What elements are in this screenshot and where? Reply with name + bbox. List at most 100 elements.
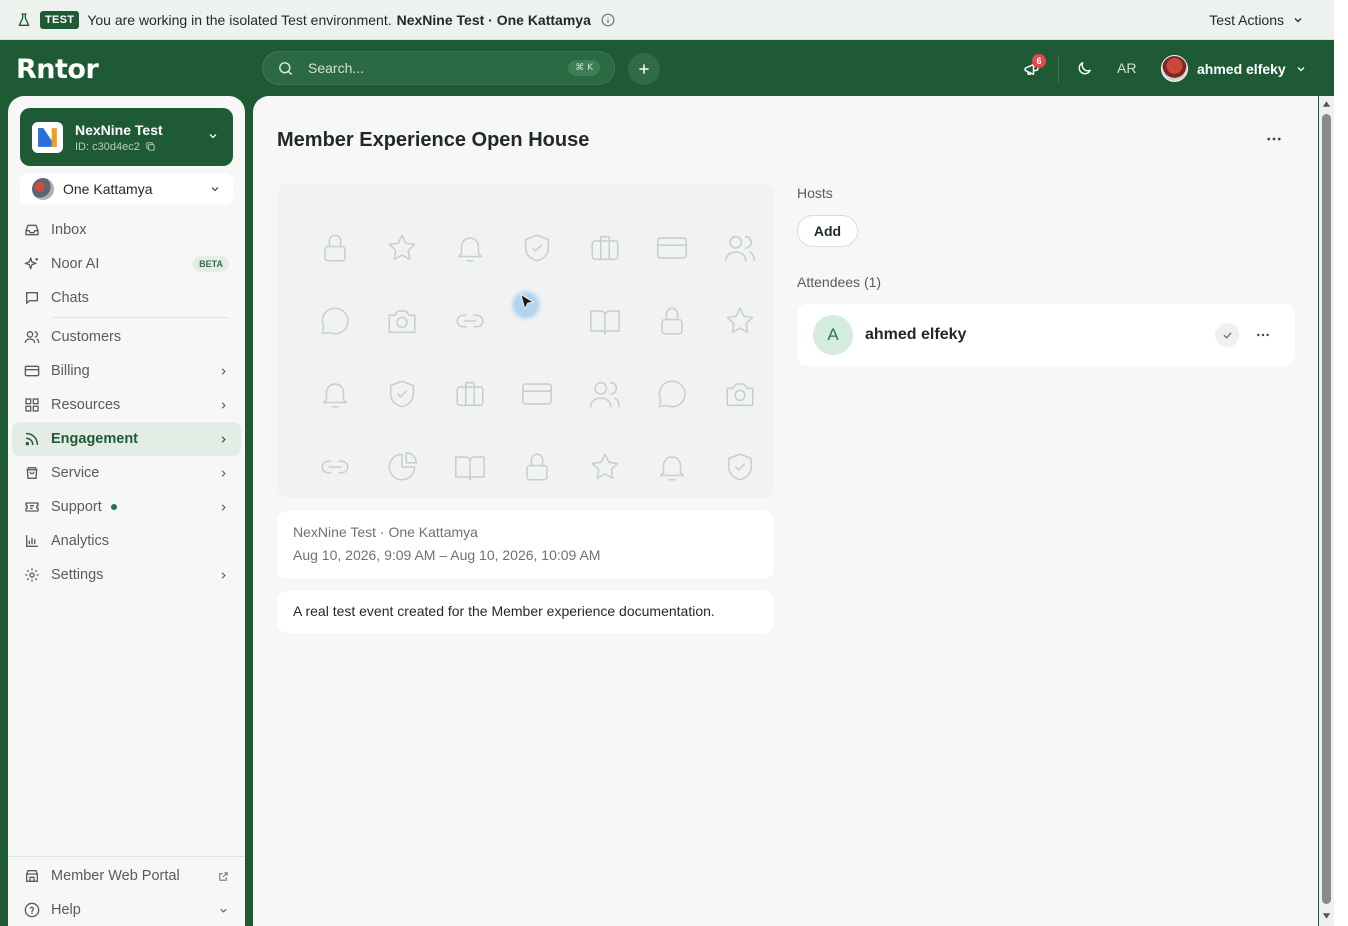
topbar-divider [1058, 56, 1059, 82]
sidebar-item-chats[interactable]: Chats [12, 281, 241, 315]
scroll-up-arrow-icon[interactable] [1322, 100, 1331, 108]
check-in-button[interactable] [1215, 323, 1239, 347]
organization-logo [32, 121, 63, 153]
store-icon [26, 870, 38, 882]
chevron-down-icon [209, 134, 217, 139]
star-icon [571, 430, 639, 498]
banner-text: You are working in the isolated Test env… [87, 11, 392, 28]
book-icon [436, 430, 504, 498]
notification-count-badge: 6 [1032, 54, 1046, 68]
organization-id: ID: c30d4ec2 [75, 141, 163, 153]
chat-icon [639, 357, 707, 430]
cursor-icon [520, 293, 534, 310]
chevron-right-icon [221, 469, 226, 477]
user-menu[interactable]: ahmed elfeky [1161, 55, 1307, 82]
page-title: Member Experience Open House [277, 129, 590, 151]
location-avatar [32, 178, 54, 200]
gear-icon [25, 568, 39, 582]
beta-badge: BETA [193, 256, 229, 272]
chat-icon [26, 292, 38, 304]
language-switcher[interactable]: AR [1117, 60, 1136, 76]
shield-icon [706, 430, 774, 498]
star-icon [706, 284, 774, 357]
main-content: Member Experience Open House NexNine Tes… [253, 96, 1318, 926]
grid-icon [25, 398, 39, 412]
sidebar-item-label: Help [51, 902, 81, 918]
attendee-avatar: A [813, 315, 853, 355]
more-options-icon[interactable] [1263, 130, 1285, 148]
sidebar-item-service[interactable]: Service [12, 456, 241, 490]
sidebar-item-label: Billing [51, 363, 90, 379]
app-logo[interactable]: Rntor [16, 54, 99, 85]
bag-icon [26, 467, 38, 479]
sidebar-item-resources[interactable]: Resources [12, 388, 241, 422]
add-host-button[interactable]: Add [797, 215, 858, 247]
notifications-button[interactable]: 6 [1020, 54, 1046, 81]
users-icon [571, 357, 639, 430]
attendee-name: ahmed elfeky [865, 326, 967, 343]
event-details-card: NexNine Test · One Kattamya Aug 10, 2026… [277, 511, 774, 579]
sidebar-item-label: Analytics [51, 533, 110, 549]
chevron-down-icon [211, 187, 219, 192]
chat-icon [301, 284, 369, 357]
flask-icon [18, 12, 30, 26]
chevron-right-icon [221, 571, 226, 579]
global-search[interactable]: Search... ⌘ K [262, 51, 615, 85]
sidebar-item-noor-ai[interactable]: Noor AI BETA [12, 247, 241, 281]
sidebar-item-help[interactable]: Help [12, 893, 241, 926]
card-icon [639, 211, 707, 284]
sidebar-nav: Inbox Noor AI BETA Chats Customers Billi… [12, 213, 241, 592]
attendees-label: Attendees (1) [797, 274, 882, 290]
create-button[interactable] [628, 53, 660, 85]
scroll-down-arrow-icon[interactable] [1322, 912, 1331, 920]
star-icon [369, 211, 437, 284]
attendee-more-options-icon[interactable] [1253, 327, 1273, 343]
cover-icon-pattern [301, 211, 774, 498]
info-icon[interactable] [601, 13, 615, 27]
test-actions-menu[interactable]: Test Actions [1209, 12, 1304, 28]
help-icon [24, 902, 40, 918]
event-cover-image [277, 183, 774, 498]
sidebar-item-settings[interactable]: Settings [12, 558, 241, 592]
sidebar-item-label: Customers [51, 329, 122, 345]
test-environment-banner: TEST You are working in the isolated Tes… [0, 0, 1348, 40]
check-icon [1223, 332, 1231, 339]
location-name: One Kattamya [63, 181, 153, 197]
sidebar-item-label: Settings [51, 567, 104, 583]
scrollbar-thumb[interactable] [1322, 114, 1331, 904]
shield-icon [369, 357, 437, 430]
dark-mode-toggle-icon[interactable] [1076, 60, 1093, 77]
banner-environment-name: NexNine Test · One Kattamya [396, 11, 591, 28]
nav-divider [52, 317, 229, 318]
organization-switcher[interactable]: NexNine Test ID: c30d4ec2 [20, 108, 233, 166]
bell-icon [301, 357, 369, 430]
lock-icon [301, 211, 369, 284]
attendee-row[interactable]: A ahmed elfeky [797, 304, 1295, 366]
sidebar-item-analytics[interactable]: Analytics [12, 524, 241, 558]
search-input[interactable]: Search... [308, 60, 568, 76]
camera-icon [706, 357, 774, 430]
window-edge [1334, 0, 1348, 926]
sidebar-item-label: Service [51, 465, 100, 481]
search-icon [279, 61, 292, 75]
ticket-icon [25, 502, 39, 512]
external-link-icon [219, 871, 228, 881]
sidebar-item-billing[interactable]: Billing [12, 354, 241, 388]
sidebar-item-support[interactable]: Support [12, 490, 241, 524]
camera-icon [369, 284, 437, 357]
sidebar-item-label: Chats [51, 290, 89, 306]
sidebar-item-member-web-portal[interactable]: Member Web Portal [12, 859, 241, 893]
lock-icon [639, 284, 707, 357]
test-badge: TEST [40, 10, 80, 29]
sidebar-item-inbox[interactable]: Inbox [12, 213, 241, 247]
card-icon [504, 357, 572, 430]
sidebar-item-customers[interactable]: Customers [12, 320, 241, 354]
chevron-right-icon [221, 435, 226, 443]
scrollbar[interactable] [1319, 96, 1334, 926]
location-switcher[interactable]: One Kattamya [20, 173, 233, 205]
copy-icon[interactable] [145, 141, 156, 152]
sidebar-item-label: Member Web Portal [51, 868, 180, 884]
sidebar-item-engagement[interactable]: Engagement [12, 422, 241, 456]
event-datetime: Aug 10, 2026, 9:09 AM – Aug 10, 2026, 10… [293, 547, 601, 563]
status-dot [110, 504, 117, 510]
